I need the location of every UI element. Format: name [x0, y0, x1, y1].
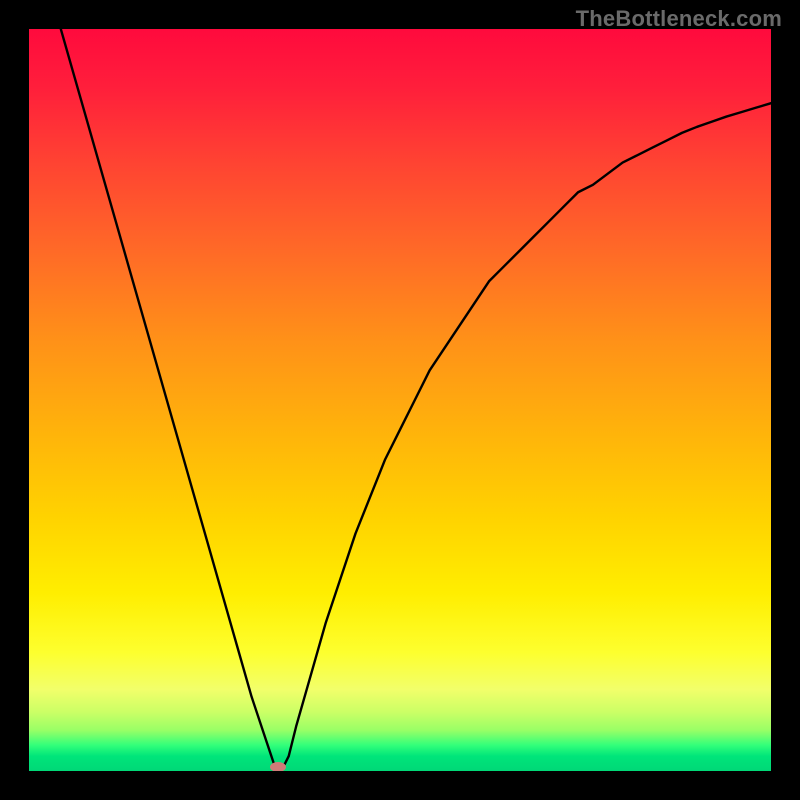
- watermark-text: TheBottleneck.com: [576, 6, 782, 32]
- plot-area: [29, 29, 771, 771]
- minimum-marker: [270, 762, 286, 771]
- chart-frame: TheBottleneck.com: [0, 0, 800, 800]
- bottleneck-curve: [29, 29, 771, 771]
